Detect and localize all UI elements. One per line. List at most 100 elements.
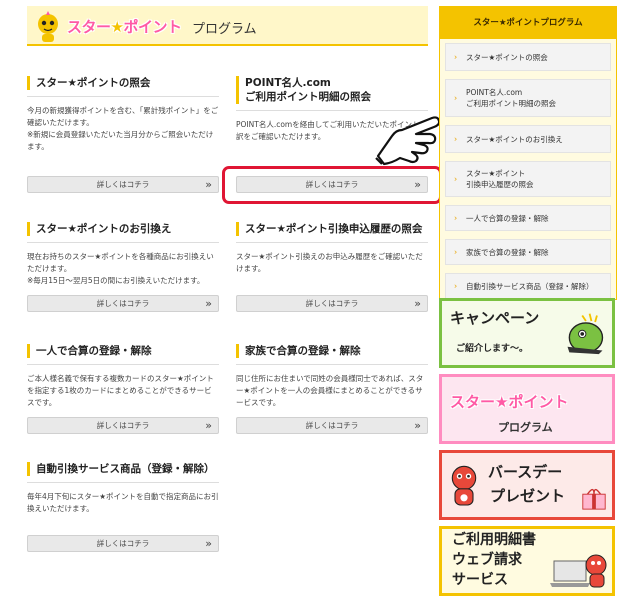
birthday-banner-title: バースデー [488,463,563,481]
details-button-label: 詳しくはコチラ [305,299,359,308]
card-title-line: 一人で合算の登録・解除 [36,345,152,357]
card-title: 一人で合算の登録・解除 [27,344,219,358]
red-mascot-icon [451,465,477,506]
service-card: スター★ポイント引換申込履歴の照会スター★ポイント引換えのお申込み履歴をご確認い… [236,222,428,312]
sidebar-item[interactable]: › スター★ポイントのお引換え [445,125,611,153]
double-chevron-right-icon: » [414,297,421,310]
chevron-right-icon: › [454,281,458,291]
details-button-label: 詳しくはコチラ [305,421,359,430]
service-card: 一人で合算の登録・解除ご本人様名義で保有する複数カードのスター★ポイントを指定す… [27,344,219,434]
sidebar-item[interactable]: › スター★ポイント 引換申込履歴の照会 [445,161,611,197]
card-description: ご本人様名義で保有する複数カードのスター★ポイントを指定する1枚のカードにまとめ… [27,373,219,409]
details-button[interactable]: 詳しくはコチラ » [27,535,219,552]
program-banner-sub: プログラム [498,421,553,434]
card-description-line: ※新規に会員登録いただいた当月分からご照会いただけます。 [27,130,214,151]
page-header: スター★ポイント プログラム [27,6,428,46]
sidebar-item-label: スター★ポイント [466,169,526,178]
sidebar-item[interactable]: › 家族で合算の登録・解除 [445,239,611,265]
card-description-line: 同じ住所にお住まいで同姓の会員様同士であれば、スター★ポイントを一人の会員様にま… [236,374,424,407]
web-billing-service-banner[interactable]: ご利用明細書 ウェブ請求 サービス [439,526,615,596]
card-title-line: スター★ポイントのお引換え [36,223,172,235]
card-description-line: スター★ポイント引換えのお申込み履歴をご確認いただけます。 [236,252,423,273]
birthday-banner-sub: プレゼント [490,487,566,505]
details-button-label: 詳しくはコチラ [96,180,150,189]
card-title: POINT名人.com ご利用ポイント明細の照会 [236,76,428,104]
details-button[interactable]: 詳しくはコチラ » [236,417,428,434]
card-description-line: 毎年4月下旬にスター★ポイントを自動で指定商品にお引換えいただけます。 [27,492,219,513]
chevron-right-icon: › [454,134,458,144]
card-title-line: スター★ポイント引換申込履歴の照会 [245,223,423,235]
service-card: スター★ポイントのお引換え現在お持ちのスター★ポイントを各種商品にお引換えいただ… [27,222,219,312]
card-divider [27,242,219,243]
star-point-program-banner[interactable]: スター★ポイント プログラム [439,374,615,444]
details-button-label: 詳しくはコチラ [96,539,150,548]
details-button[interactable]: 詳しくはコチラ » [27,176,219,193]
sidebar-item-label: 一人で合算の登録・解除 [466,213,549,223]
campaign-banner-sub: ご紹介します～。 [456,344,529,354]
birthday-present-banner[interactable]: バースデー プレゼント [439,450,615,520]
sidebar-item-label: スター★ポイントの照会 [466,52,548,62]
double-chevron-right-icon: » [205,419,212,432]
card-title: スター★ポイントの照会 [27,76,219,90]
mascot-icon [38,11,58,42]
sidebar-title: スター★ポイントプログラム [440,7,616,39]
details-button[interactable]: 詳しくはコチラ » [27,295,219,312]
sidebar-item-label: スター★ポイントのお引換え [466,134,563,144]
sidebar-item-label: 自動引換サービス商品（登録・解除） [466,281,594,291]
card-title-line: ご利用ポイント明細の照会 [245,91,371,103]
details-button-label: 詳しくはコチラ [96,421,150,430]
campaign-banner-title: キャンペーン [450,309,540,327]
card-description-line: ご本人様名義で保有する複数カードのスター★ポイントを指定する1枚のカードにまとめ… [27,374,214,407]
card-title: スター★ポイント引換申込履歴の照会 [236,222,428,236]
gift-box-icon [582,488,606,510]
card-description: 今月の新規獲得ポイントを含む、「累計残ポイント」をご確認いただけます。 ※新規に会… [27,105,219,153]
chevron-right-icon: › [454,52,458,62]
card-description: スター★ポイント引換えのお申込み履歴をご確認いただけます。 [236,251,428,275]
card-description: 同じ住所にお住まいで同姓の会員様同士であれば、スター★ポイントを一人の会員様にま… [236,373,428,409]
card-description: 毎年4月下旬にスター★ポイントを自動で指定商品にお引換えいただけます。 [27,491,219,515]
green-mascot-icon [567,313,604,355]
billing-banner-line2: ウェブ請求 [452,552,522,568]
service-card: 自動引換サービス商品（登録・解除） 毎年4月下旬にスター★ポイントを自動で指定商品… [27,462,219,552]
sidebar-item[interactable]: › 一人で合算の登録・解除 [445,205,611,231]
card-title: 家族で合算の登録・解除 [236,344,428,358]
card-title: スター★ポイントのお引換え [27,222,219,236]
double-chevron-right-icon: » [205,537,212,550]
highlight-frame [222,166,442,204]
sidebar-item[interactable]: › スター★ポイントの照会 [445,43,611,71]
double-chevron-right-icon: » [205,297,212,310]
card-description-line: 現在お持ちのスター★ポイントを各種商品にお引換えいただけます。 [27,252,214,273]
program-logo: スター★ポイント [67,18,182,36]
chevron-right-icon: › [454,93,458,103]
sidebar-item-label: 家族で合算の登録・解除 [466,247,549,257]
billing-banner-line3: サービス [452,572,508,588]
card-divider [27,96,219,97]
card-description-line: 今月の新規獲得ポイントを含む、「累計残ポイント」をご確認いただけます。 [27,106,219,127]
card-divider [27,482,219,483]
details-button-label: 詳しくはコチラ [96,299,150,308]
sidebar-item[interactable]: › 自動引換サービス商品（登録・解除） [445,273,611,299]
double-chevron-right-icon: » [414,419,421,432]
service-card: 家族で合算の登録・解除同じ住所にお住まいで同姓の会員様同士であれば、スター★ポイ… [236,344,428,434]
billing-banner-line1: ご利用明細書 [452,532,536,548]
details-button[interactable]: 詳しくはコチラ » [236,295,428,312]
campaign-banner[interactable]: キャンペーン ご紹介します～。 [439,298,615,368]
chevron-right-icon: › [454,213,458,223]
sidebar-item[interactable]: › POINT名人.com ご利用ポイント明細の照会 [445,79,611,117]
chevron-right-icon: › [454,174,458,184]
sidebar-item-label: ご利用ポイント明細の照会 [466,99,556,108]
card-title-line: スター★ポイントの照会 [36,77,151,89]
card-divider [236,364,428,365]
sidebar-item-label: 引換申込履歴の照会 [466,180,534,189]
chevron-right-icon: › [454,247,458,257]
laptop-mascot-icon [550,554,607,588]
sidebar-nav: スター★ポイントプログラム › スター★ポイントの照会 › POINT名人.com ご利… [439,6,617,300]
sidebar-item-label: POINT名人.com [466,88,523,97]
card-title-line: 自動引換サービス商品（登録・解除） [36,463,215,475]
service-card: スター★ポイントの照会今月の新規獲得ポイントを含む、「累計残ポイント」をご確認い… [27,76,219,193]
card-title: 自動引換サービス商品（登録・解除） [27,462,219,476]
program-logo-subtitle: プログラム [192,22,257,37]
details-button[interactable]: 詳しくはコチラ » [27,417,219,434]
double-chevron-right-icon: » [205,178,212,191]
program-banner-title: スター★ポイント [450,393,569,411]
